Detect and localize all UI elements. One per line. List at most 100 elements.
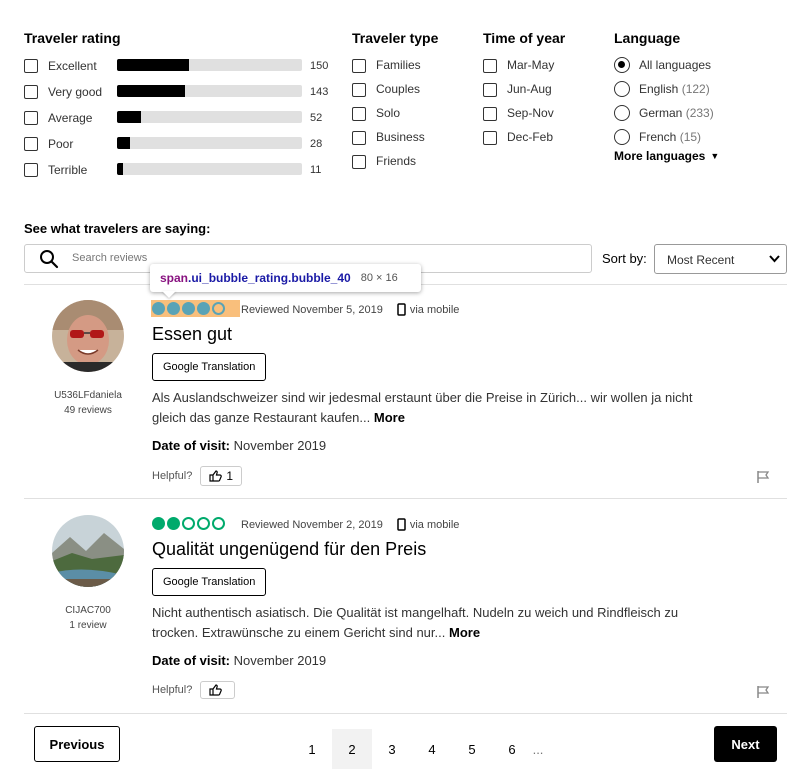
via-mobile: via mobile (409, 518, 460, 531)
date-of-visit: Date of visit: November 2019 (152, 438, 326, 453)
flag-icon[interactable] (756, 470, 772, 484)
sort-label: Sort by: (602, 251, 647, 266)
very-good-checkbox[interactable] (24, 85, 38, 99)
review-count: 1 review (69, 620, 107, 631)
rating-count: 143 (310, 86, 329, 98)
review-title[interactable]: Qualität ungenügend für den Preis (152, 539, 426, 560)
date-of-visit: Date of visit: November 2019 (152, 653, 326, 668)
tooltip-selector: span.ui_bubble_rating.bubble_40 (160, 271, 351, 285)
more-link[interactable]: More (449, 625, 480, 640)
rating-bubble (212, 517, 225, 530)
time-label: Mar-May (507, 58, 555, 72)
language-label: French (639, 130, 677, 144)
visit-date: November 2019 (233, 438, 327, 453)
review-body: Als Auslandschweizer sind wir jedesmal e… (152, 390, 693, 425)
more-languages-label: More languages (614, 149, 706, 163)
language-option-english: English (122) (639, 82, 710, 96)
visit-label: Date of visit: (152, 438, 231, 453)
jun-aug-checkbox[interactable] (483, 83, 497, 97)
rating-count: 52 (310, 112, 323, 124)
all-languages-radio[interactable] (614, 57, 630, 73)
divider (24, 713, 787, 714)
more-languages-link[interactable]: More languages ▼ (614, 149, 719, 163)
language-heading: Language (614, 30, 681, 46)
traveler-type-label: Solo (376, 106, 401, 120)
rating-label: Poor (48, 137, 74, 151)
flag-icon[interactable] (756, 685, 772, 699)
avatar[interactable] (52, 515, 124, 587)
language-option-german: German (233) (639, 106, 714, 120)
english-radio[interactable] (614, 81, 630, 97)
page-4[interactable]: 4 (412, 729, 452, 769)
rating-label: Average (48, 111, 93, 125)
rating-bubble (152, 302, 165, 315)
review-text: Als Auslandschweizer sind wir jedesmal e… (152, 388, 722, 428)
next-button[interactable]: Next (714, 726, 777, 762)
review-title[interactable]: Essen gut (152, 324, 232, 345)
solo-checkbox[interactable] (352, 107, 366, 121)
traveler-type-label: Business (376, 130, 425, 144)
review-meta: Reviewed November 5, 2019 via mobile (241, 303, 459, 316)
sep-nov-checkbox[interactable] (483, 107, 497, 121)
review-text: Nicht authentisch asiatisch. Die Qualitä… (152, 603, 722, 643)
rating-bubble (167, 517, 180, 530)
rating-bubble (197, 517, 210, 530)
couples-checkbox[interactable] (352, 83, 366, 97)
helpful-button[interactable]: 1 (200, 466, 243, 486)
google-translation-button[interactable]: Google Translation (152, 568, 267, 596)
families-checkbox[interactable] (352, 59, 366, 73)
time-label: Jun-Aug (507, 82, 552, 96)
dec-feb-checkbox[interactable] (483, 131, 497, 145)
sort-select[interactable]: Most Recent (654, 244, 787, 274)
terrible-checkbox[interactable] (24, 163, 38, 177)
tooltip-arrow (162, 291, 176, 298)
mobile-icon (397, 518, 406, 531)
page-2[interactable]: 2 (332, 729, 372, 769)
rating-bubble (182, 302, 195, 315)
chevron-down-icon (769, 255, 780, 263)
language-option-french: French (15) (639, 130, 701, 144)
visit-date: November 2019 (233, 653, 327, 668)
page-3[interactable]: 3 (372, 729, 412, 769)
traveler-type-label: Friends (376, 154, 417, 168)
language-label: English (639, 82, 679, 96)
rating-bubble (197, 302, 210, 315)
friends-checkbox[interactable] (352, 155, 366, 169)
via-mobile: via mobile (409, 303, 460, 316)
business-checkbox[interactable] (352, 131, 366, 145)
french-radio[interactable] (614, 129, 630, 145)
username[interactable]: CIJAC700 (33, 603, 143, 618)
page-5[interactable]: 5 (452, 729, 492, 769)
average-checkbox[interactable] (24, 111, 38, 125)
rating-count: 150 (310, 60, 329, 72)
poor-checkbox[interactable] (24, 137, 38, 151)
mobile-icon (397, 303, 406, 316)
time-label: Dec-Feb (507, 130, 554, 144)
rating-bar (117, 111, 302, 123)
helpful-button[interactable] (200, 681, 236, 699)
tooltip-size: 80 × 16 (360, 272, 398, 284)
rating-bubble (212, 302, 225, 315)
rating-label: Very good (48, 85, 103, 99)
previous-button[interactable]: Previous (34, 726, 120, 762)
avatar[interactable] (52, 300, 124, 372)
language-count: (15) (679, 130, 702, 144)
german-radio[interactable] (614, 105, 630, 121)
page-ellipsis: ... (532, 741, 544, 757)
more-link[interactable]: More (374, 410, 405, 425)
username[interactable]: U536LFdaniela (33, 388, 143, 403)
page-1[interactable]: 1 (292, 729, 332, 769)
language-label: All languages (639, 58, 712, 72)
google-translation-button[interactable]: Google Translation (152, 353, 267, 381)
mar-may-checkbox[interactable] (483, 59, 497, 73)
helpful-label: Helpful? (152, 684, 193, 696)
time-label: Sep-Nov (507, 106, 554, 120)
caret-down-icon: ▼ (710, 151, 720, 161)
excellent-checkbox[interactable] (24, 59, 38, 73)
helpful-row: Helpful? (152, 681, 236, 699)
reviewed-date: Reviewed November 2, 2019 (241, 518, 383, 531)
rating-count: 11 (310, 164, 322, 176)
rating-label: Terrible (48, 163, 88, 177)
rating-bubble (167, 302, 180, 315)
review-count: 49 reviews (64, 405, 112, 416)
